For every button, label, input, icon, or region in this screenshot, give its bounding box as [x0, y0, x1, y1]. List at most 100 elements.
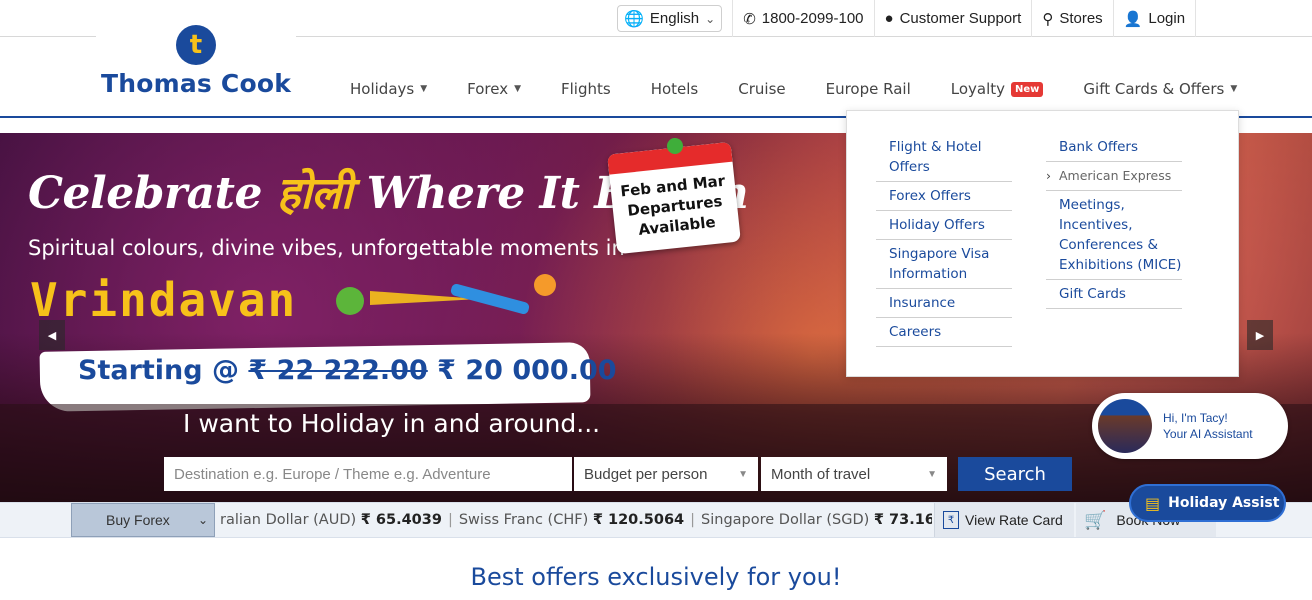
- forex-ticker: ralian Dollar (AUD) ₹ 65.4039 | Swiss Fr…: [220, 502, 932, 538]
- ai-assistant-bubble[interactable]: Hi, I'm Tacy! Your AI Assistant: [1092, 393, 1288, 459]
- nav-holidays[interactable]: Holidays ▼: [350, 80, 427, 98]
- forex-select-label: Buy Forex: [106, 512, 170, 528]
- customer-support-label: Customer Support: [899, 10, 1022, 27]
- menu-singapore-visa[interactable]: Singapore Visa Information: [876, 240, 1012, 289]
- menu-holiday-offers[interactable]: Holiday Offers: [876, 211, 1012, 240]
- language-select[interactable]: 🌐 English ⌄: [617, 5, 723, 32]
- price-new: ₹ 20 000.00: [437, 355, 617, 386]
- nav-cruise[interactable]: Cruise: [738, 80, 785, 98]
- currency-rate: ₹ 73.1688: [873, 512, 932, 528]
- ticker-item: ralian Dollar (AUD) ₹ 65.4039: [220, 512, 442, 528]
- menu-mice[interactable]: Meetings, Incentives, Conferences & Exhi…: [1046, 191, 1182, 280]
- budget-select[interactable]: Budget per person ▼: [574, 457, 758, 491]
- brand-logo[interactable]: t Thomas Cook: [96, 22, 296, 102]
- nav-hotels[interactable]: Hotels: [651, 80, 699, 98]
- brand-globe-icon: t: [176, 25, 216, 65]
- menu-careers[interactable]: Careers: [876, 318, 1012, 347]
- destination-placeholder: Destination e.g. Europe / Theme e.g. Adv…: [174, 465, 491, 483]
- nav-label: Holidays: [350, 80, 415, 98]
- caret-down-icon: ▼: [514, 84, 521, 94]
- nav-forex[interactable]: Forex ▼: [467, 80, 521, 98]
- phone-number: 1800-2099-100: [761, 10, 864, 27]
- headline-part: Celebrate: [28, 168, 277, 219]
- nav-label: Hotels: [650, 80, 699, 98]
- chevron-down-icon: ⌄: [197, 513, 208, 527]
- nav-label: Loyalty: [950, 80, 1006, 98]
- login-link[interactable]: 👤 Login: [1112, 0, 1197, 37]
- price-old: ₹ 22 222.00: [248, 355, 428, 386]
- view-rate-card-button[interactable]: ₹ View Rate Card: [934, 503, 1074, 537]
- ticker-separator: |: [447, 512, 453, 528]
- dropdown-column-2: Bank Offers › American Express Meetings, …: [1046, 133, 1182, 309]
- destination-input[interactable]: Destination e.g. Europe / Theme e.g. Adv…: [164, 457, 572, 491]
- price-prefix: Starting @: [78, 355, 249, 386]
- nav-loyalty[interactable]: Loyalty New: [951, 80, 1044, 98]
- currency-rate: ₹ 120.5064: [592, 512, 685, 528]
- carousel-prev-button[interactable]: ◀: [39, 320, 65, 350]
- nav-europe-rail[interactable]: Europe Rail: [826, 80, 911, 98]
- utility-items: 🌐 English ⌄ ✆ 1800-2099-100 ● Customer S…: [617, 0, 1197, 37]
- carousel-next-button[interactable]: ▶: [1247, 320, 1273, 350]
- menu-forex-offers[interactable]: Forex Offers: [876, 182, 1012, 211]
- holiday-assist-label: Holiday Assist: [1168, 495, 1280, 511]
- rate-card-icon: ₹: [943, 511, 959, 529]
- brand-name: Thomas Cook: [100, 69, 292, 98]
- hero-place: Vrindavan: [30, 273, 298, 327]
- ticker-item: Singapore Dollar (SGD) ₹ 73.1688: [701, 512, 932, 528]
- nav-label: Cruise: [738, 80, 786, 98]
- globe-icon: 🌐: [624, 10, 644, 28]
- phone-icon: ✆: [743, 10, 756, 28]
- assistant-greeting: Hi, I'm Tacy!: [1163, 411, 1228, 425]
- language-label: English: [649, 10, 700, 27]
- nav-label: Gift Cards & Offers: [1083, 80, 1225, 98]
- search-title: I want to Holiday in and around...: [183, 409, 601, 438]
- assistant-avatar: [1098, 399, 1152, 453]
- headset-icon: ●: [884, 10, 894, 27]
- holiday-assist-button[interactable]: ▤ Holiday Assist: [1129, 484, 1286, 522]
- ticker-separator: |: [690, 512, 696, 528]
- calendar-text: Feb and Mar Departures Available: [619, 171, 726, 239]
- search-button[interactable]: Search: [958, 457, 1072, 491]
- customer-support-link[interactable]: ● Customer Support: [873, 0, 1032, 37]
- price-text: Starting @ ₹ 22 222.00 ₹ 20 000.00: [78, 355, 617, 386]
- month-select[interactable]: Month of travel ▼: [761, 457, 947, 491]
- nav-label: Europe Rail: [825, 80, 911, 98]
- menu-flight-hotel-offers[interactable]: Flight & Hotel Offers: [876, 133, 1012, 182]
- menu-bank-offers[interactable]: Bank Offers: [1046, 133, 1182, 162]
- ticker-item: Swiss Franc (CHF) ₹ 120.5064: [459, 512, 684, 528]
- login-label: Login: [1148, 10, 1186, 27]
- offers-section-title: Best offers exclusively for you!: [470, 563, 842, 591]
- rate-card-label: View Rate Card: [965, 512, 1063, 528]
- currency-name: Singapore Dollar (SGD): [701, 512, 870, 528]
- headline-hindi: होली: [276, 168, 353, 219]
- stores-link[interactable]: ⚲ Stores: [1031, 0, 1112, 37]
- phone-link[interactable]: ✆ 1800-2099-100: [732, 0, 873, 37]
- chevron-right-icon: ›: [1046, 168, 1051, 183]
- month-label: Month of travel: [771, 465, 871, 483]
- menu-insurance[interactable]: Insurance: [876, 289, 1012, 318]
- caret-down-icon: ▼: [1230, 84, 1238, 94]
- currency-rate: ₹ 65.4039: [360, 512, 442, 528]
- forex-type-select[interactable]: Buy Forex ⌄: [71, 503, 215, 537]
- stores-label: Stores: [1059, 10, 1103, 27]
- hero-subline: Spiritual colours, divine vibes, unforge…: [28, 236, 625, 260]
- new-badge: New: [1011, 81, 1044, 97]
- menu-american-express[interactable]: › American Express: [1046, 162, 1182, 191]
- user-icon: 👤: [1123, 10, 1143, 28]
- budget-label: Budget per person: [584, 465, 708, 483]
- menu-gift-cards[interactable]: Gift Cards: [1046, 280, 1182, 309]
- nav-flights[interactable]: Flights: [561, 80, 611, 98]
- caret-down-icon: ▼: [927, 468, 937, 480]
- cart-icon: 🛒: [1084, 509, 1107, 530]
- main-nav: Holidays ▼ Forex ▼ Flights Hotels Cruise E…: [350, 74, 1277, 104]
- caret-down-icon: ▼: [738, 468, 748, 480]
- gift-cards-offers-dropdown: Flight & Hotel Offers Forex Offers Holid…: [846, 110, 1239, 377]
- currency-name: Swiss Franc (CHF): [458, 512, 589, 528]
- assistant-role: Your AI Assistant: [1163, 427, 1253, 441]
- nav-label: Flights: [561, 80, 611, 98]
- nav-gift-cards-offers[interactable]: Gift Cards & Offers ▼: [1083, 80, 1237, 98]
- submenu-label: American Express: [1059, 168, 1172, 183]
- chevron-down-icon: ⌄: [705, 11, 716, 26]
- chat-icon: ▤: [1145, 493, 1161, 513]
- dropdown-column-1: Flight & Hotel Offers Forex Offers Holid…: [876, 133, 1012, 347]
